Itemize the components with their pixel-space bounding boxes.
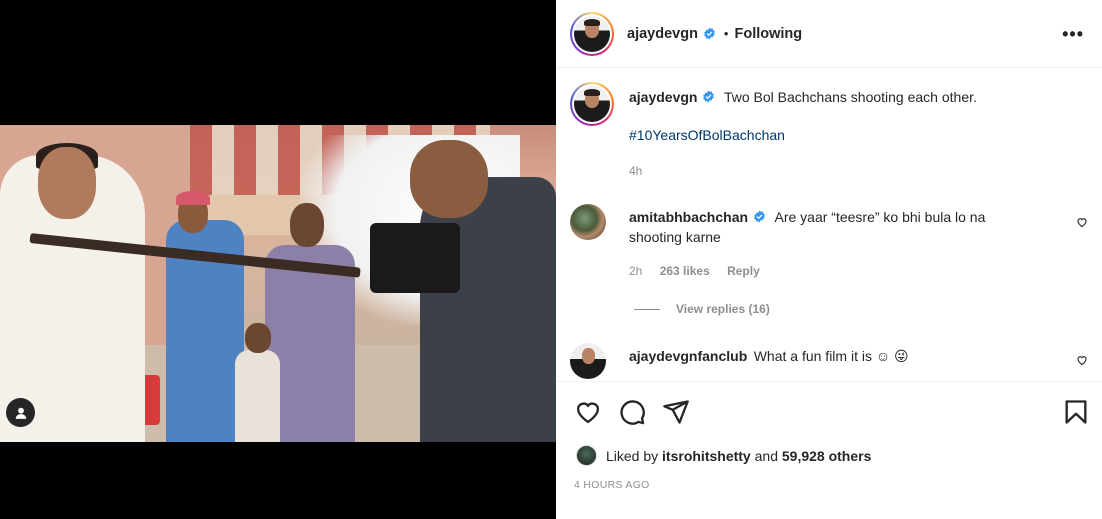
comment-text: What a fun film it is ☺ 😜 xyxy=(753,348,909,364)
story-ring[interactable] xyxy=(570,11,614,56)
avatar[interactable] xyxy=(570,343,606,379)
post-timestamp[interactable]: 4 HOURS AGO xyxy=(574,479,650,491)
caption-username[interactable]: ajaydevgn xyxy=(629,89,697,105)
caption: ajaydevgn Two Bol Bachchans shooting eac… xyxy=(570,82,1090,182)
verified-badge-icon xyxy=(754,210,765,223)
avatar[interactable] xyxy=(576,445,597,466)
user-tag-icon[interactable] xyxy=(6,398,35,427)
comment-like-icon[interactable] xyxy=(1076,216,1088,228)
view-replies-button[interactable]: View replies (16) xyxy=(676,302,770,316)
avatar xyxy=(574,86,610,122)
caption-time[interactable]: 4h xyxy=(629,164,642,178)
post-side-panel: ajaydevgn • Following ••• ajaydevgn Two … xyxy=(556,0,1102,519)
comment-like-icon[interactable] xyxy=(1076,354,1088,366)
story-ring[interactable] xyxy=(570,82,614,126)
more-options-icon[interactable]: ••• xyxy=(1062,24,1084,45)
post-header: ajaydevgn • Following ••• xyxy=(556,0,1102,68)
separator-dot: • xyxy=(723,26,729,41)
comments-list: ajaydevgn Two Bol Bachchans shooting eac… xyxy=(556,69,1102,381)
send-icon[interactable] xyxy=(662,398,690,426)
reply-button[interactable]: Reply xyxy=(727,264,760,278)
comment-item: ajaydevgnfanclub What a fun film it is ☺… xyxy=(570,343,1090,381)
comment-icon[interactable] xyxy=(618,398,646,426)
verified-badge-icon xyxy=(703,90,715,103)
likes-count[interactable]: 59,928 others xyxy=(782,448,872,464)
avatar[interactable] xyxy=(570,204,606,240)
comment-username[interactable]: ajaydevgnfanclub xyxy=(629,348,747,364)
comment-username[interactable]: amitabhbachchan xyxy=(629,209,748,225)
following-button[interactable]: Following xyxy=(734,26,802,42)
header-username[interactable]: ajaydevgn xyxy=(627,26,698,42)
comment-time[interactable]: 2h xyxy=(629,264,642,278)
heart-icon[interactable] xyxy=(574,398,602,426)
bookmark-icon[interactable] xyxy=(1062,398,1090,426)
likes-summary: Liked by itsrohitshetty and 59,928 other… xyxy=(576,445,871,466)
post-actions: Liked by itsrohitshetty and 59,928 other… xyxy=(556,381,1102,519)
caption-text: Two Bol Bachchans shooting each other. xyxy=(723,89,977,105)
hashtag-link[interactable]: #10YearsOfBolBachchan xyxy=(629,127,785,143)
post-media xyxy=(0,0,556,519)
avatar xyxy=(574,15,610,52)
post-photo[interactable] xyxy=(0,125,556,442)
liked-by-user[interactable]: itsrohitshetty xyxy=(662,448,751,464)
comment-likes[interactable]: 263 likes xyxy=(660,264,710,278)
verified-badge-icon xyxy=(704,27,715,40)
comment-item: amitabhbachchan Are yaar “teesre” ko bhi… xyxy=(570,204,1090,316)
